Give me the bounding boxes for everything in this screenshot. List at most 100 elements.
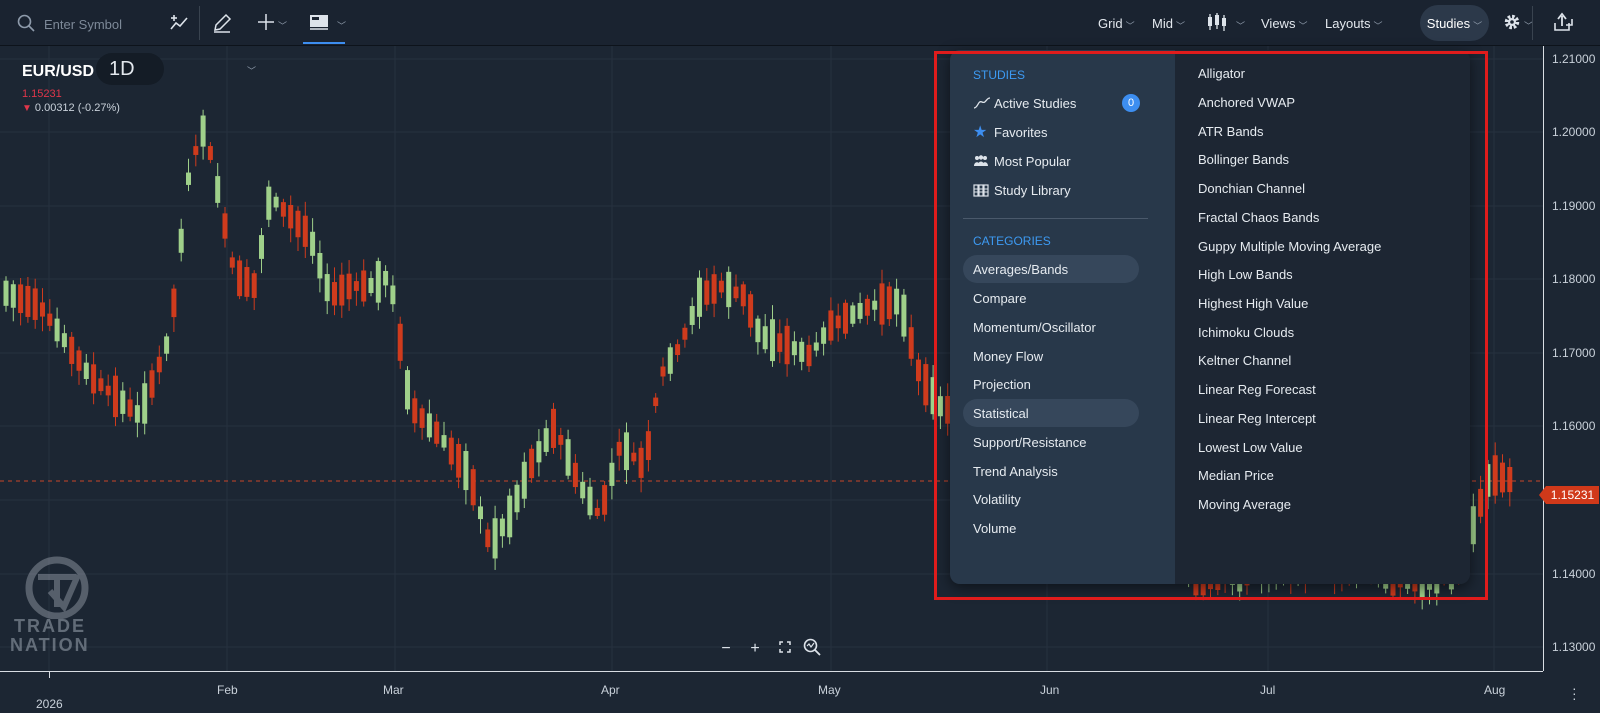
candle-body <box>1470 506 1476 545</box>
nav-most-popular[interactable]: Most Popular <box>963 147 1139 175</box>
candle-body <box>806 344 812 367</box>
candle-body <box>61 333 67 348</box>
study-item[interactable]: Fractal Chaos Bands <box>1198 210 1319 225</box>
category-item[interactable]: Money Flow <box>963 342 1139 370</box>
candle-body <box>346 273 352 300</box>
study-item[interactable]: Lowest Low Value <box>1198 440 1303 455</box>
study-item[interactable]: Highest High Value <box>1198 296 1308 311</box>
study-item[interactable]: Linear Reg Forecast <box>1198 382 1316 397</box>
last-price: 1.15231 <box>22 88 62 100</box>
magnifier-icon <box>803 638 821 661</box>
candle-body <box>872 300 878 310</box>
studies-dropdown: STUDIES Active Studies 0 ★ Favorites Mos… <box>950 50 1470 584</box>
candle-body <box>215 176 221 203</box>
candle-body <box>930 377 936 415</box>
draw-pencil-icon[interactable] <box>212 0 232 46</box>
interval-selector[interactable]: 1D ﹀ <box>96 53 256 85</box>
candle-body <box>470 469 476 506</box>
category-item[interactable]: Support/Resistance <box>963 428 1139 456</box>
zoom-reset-button[interactable] <box>803 638 821 661</box>
crosshair-button[interactable]: ﹀ <box>257 0 287 46</box>
settings-button[interactable]: ﹀ <box>1503 0 1533 46</box>
candle-body <box>310 231 316 256</box>
candle-body <box>901 294 907 337</box>
zoom-in-button[interactable]: + <box>746 640 764 658</box>
library-icon <box>973 183 991 197</box>
candle-body <box>762 326 768 350</box>
category-item[interactable]: Statistical <box>963 399 1139 427</box>
candle-body <box>32 288 38 320</box>
candle-body <box>339 274 345 306</box>
study-item[interactable]: Donchian Channel <box>1198 181 1305 196</box>
candle-body <box>47 313 53 326</box>
time-axis[interactable]: 2026 Feb Mar Apr May Jun Jul Aug · · · <box>0 671 1577 713</box>
candle-body <box>353 281 359 291</box>
layouts-menu[interactable]: Layouts ﹀ <box>1325 0 1383 46</box>
category-item[interactable]: Trend Analysis <box>963 457 1139 485</box>
candle-body <box>83 362 89 379</box>
candle-body <box>726 271 732 308</box>
more-options-icon[interactable]: · · · <box>1572 681 1577 705</box>
price-type-menu[interactable]: Mid ﹀ <box>1152 0 1185 46</box>
candle-body <box>602 485 608 515</box>
study-item[interactable]: Median Price <box>1198 468 1274 483</box>
candle-body <box>302 215 308 247</box>
share-export-button[interactable] <box>1552 0 1574 46</box>
study-item[interactable]: Ichimoku Clouds <box>1198 325 1294 340</box>
study-item[interactable]: Bollinger Bands <box>1198 152 1289 167</box>
candle-body <box>156 356 162 373</box>
study-item[interactable]: Moving Average <box>1198 497 1291 512</box>
chart-type-menu[interactable]: ﹀ <box>1206 0 1245 46</box>
nav-study-library[interactable]: Study Library <box>963 176 1139 204</box>
month-label: Jul <box>1260 683 1276 697</box>
views-menu[interactable]: Views ﹀ <box>1261 0 1307 46</box>
price-tick: 1.18000 <box>1552 272 1596 286</box>
compare-plus-icon[interactable] <box>168 0 190 46</box>
nav-label: Study Library <box>994 182 1071 198</box>
category-item[interactable]: Projection <box>963 370 1139 398</box>
study-item[interactable]: Keltner Channel <box>1198 353 1291 368</box>
nav-label: Active Studies <box>994 95 1077 111</box>
trade-nation-logo <box>25 556 89 619</box>
study-item[interactable]: Alligator <box>1198 66 1245 81</box>
candle-body <box>631 452 637 462</box>
expand-icon <box>779 640 791 658</box>
chevron-down-icon: ﹀ <box>1473 20 1483 31</box>
category-item[interactable]: Compare <box>963 284 1139 312</box>
study-item[interactable]: High Low Bands <box>1198 267 1293 282</box>
zoom-out-button[interactable]: − <box>717 640 735 658</box>
info-display-button[interactable]: ﹀ <box>309 0 346 46</box>
category-item[interactable]: Volume <box>963 514 1139 542</box>
candle-body <box>799 341 805 362</box>
category-item[interactable]: Averages/Bands <box>963 255 1139 283</box>
symbol-label[interactable]: EUR/USD <box>22 63 94 81</box>
study-item[interactable]: Linear Reg Intercept <box>1198 411 1316 426</box>
study-item[interactable]: Guppy Multiple Moving Average <box>1198 239 1381 254</box>
candle-body <box>448 437 454 465</box>
symbol-search-input[interactable] <box>44 14 164 34</box>
nav-favorites[interactable]: ★ Favorites <box>963 118 1139 146</box>
study-item[interactable]: ATR Bands <box>1198 124 1264 139</box>
category-item[interactable]: Volatility <box>963 485 1139 513</box>
chevron-down-icon: ﹀ <box>1298 20 1308 31</box>
candle-body <box>886 286 892 320</box>
candle-body <box>456 443 462 478</box>
candle-body <box>390 285 396 305</box>
price-tick: 1.21000 <box>1552 52 1596 66</box>
fit-screen-button[interactable] <box>776 640 794 658</box>
price-tick: 1.14000 <box>1552 567 1596 581</box>
category-item[interactable]: Momentum/Oscillator <box>963 313 1139 341</box>
nav-active-studies[interactable]: Active Studies 0 <box>963 89 1140 117</box>
candle-body <box>908 327 914 359</box>
candle-body <box>850 305 856 324</box>
study-item[interactable]: Anchored VWAP <box>1198 95 1295 110</box>
price-axis[interactable]: 1.21000 1.20000 1.19000 1.18000 1.17000 … <box>1543 46 1600 671</box>
candle-body <box>259 235 264 259</box>
candle-body <box>711 274 717 304</box>
candle-body <box>733 286 739 299</box>
candle-body <box>937 396 943 417</box>
candle-body <box>120 390 126 414</box>
studies-menu-button[interactable]: Studies ﹀ <box>1420 5 1489 41</box>
candle-body <box>704 280 710 305</box>
grid-menu[interactable]: Grid ﹀ <box>1098 0 1135 46</box>
